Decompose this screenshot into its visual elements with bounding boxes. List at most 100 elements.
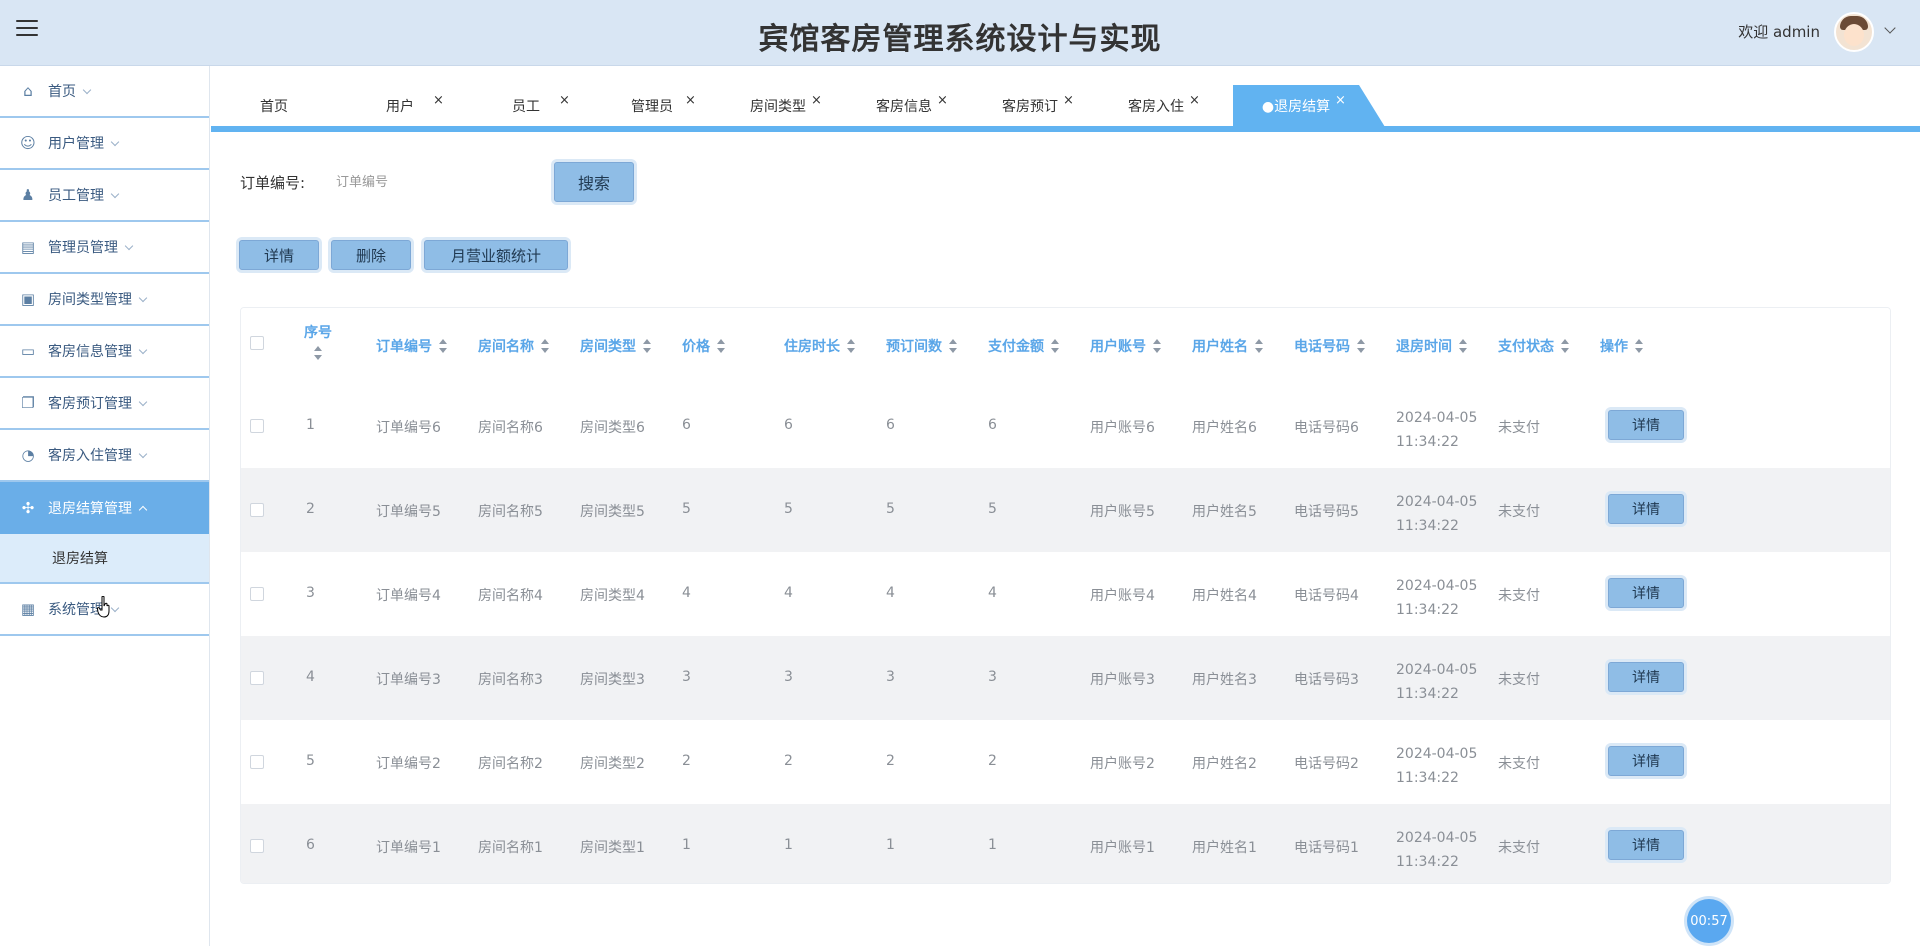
table-cell: 5 xyxy=(886,501,895,517)
sidebar-item-7[interactable]: ◔ 客房入住管理 xyxy=(0,430,209,482)
close-icon[interactable]: × xyxy=(559,93,570,108)
sidebar-subitem-checkout[interactable]: 退房结算 xyxy=(0,534,209,584)
close-icon[interactable]: × xyxy=(937,93,948,108)
row-detail-button[interactable]: 详情 xyxy=(1608,746,1684,776)
windows-icon: ▦ xyxy=(20,600,36,618)
row-detail-button[interactable]: 详情 xyxy=(1608,410,1684,440)
close-icon[interactable]: × xyxy=(811,93,822,108)
sort-icon[interactable] xyxy=(643,339,652,353)
column-header[interactable]: 退房时间 xyxy=(1396,336,1468,356)
close-icon[interactable]: × xyxy=(685,93,696,108)
table-cell: 订单编号3 xyxy=(376,672,441,688)
tab-3[interactable]: 管理员 × xyxy=(589,85,715,127)
row-checkbox[interactable] xyxy=(250,587,264,601)
row-detail-button[interactable]: 详情 xyxy=(1608,578,1684,608)
table-cell: 1 xyxy=(886,837,895,853)
sort-icon[interactable] xyxy=(1153,339,1162,353)
column-header[interactable]: 用户姓名 xyxy=(1192,336,1264,356)
row-checkbox[interactable] xyxy=(250,419,264,433)
column-header[interactable]: 用户账号 xyxy=(1090,336,1162,356)
sidebar-item-8[interactable]: ✣ 退房结算管理 xyxy=(0,482,209,534)
tab-8[interactable]: ●退房结算 × xyxy=(1233,85,1385,127)
sidebar-item-label: 用户管理 xyxy=(48,136,104,152)
row-checkbox[interactable] xyxy=(250,755,264,769)
column-header-label: 操作 xyxy=(1600,339,1628,355)
row-detail-button[interactable]: 详情 xyxy=(1608,830,1684,860)
column-header[interactable]: 支付状态 xyxy=(1498,336,1570,356)
close-icon[interactable]: × xyxy=(433,93,444,108)
sidebar-item-5[interactable]: ▭ 客房信息管理 xyxy=(0,326,209,378)
column-header[interactable]: 住房时长 xyxy=(784,336,856,356)
sidebar-item-3[interactable]: ▤ 管理员管理 xyxy=(0,222,209,274)
table-cell: 2 xyxy=(988,753,997,769)
column-header[interactable]: 预订间数 xyxy=(886,336,958,356)
avatar[interactable] xyxy=(1834,12,1874,52)
detail-button[interactable]: 详情 xyxy=(239,240,319,270)
monthly-revenue-button[interactable]: 月营业额统计 xyxy=(424,240,568,270)
row-detail-button[interactable]: 详情 xyxy=(1608,662,1684,692)
close-icon[interactable]: × xyxy=(1335,93,1346,108)
sort-icon[interactable] xyxy=(313,346,323,360)
table-row[interactable]: 5 订单编号2 房间名称2 房间类型2 2 2 2 2 用户账号2 用户姓名2 电话号码2 2024-… xyxy=(241,720,1890,804)
table-row[interactable]: 4 订单编号3 房间名称3 房间类型3 3 3 3 3 用户账号3 用户姓名3 电话号码3 2024-… xyxy=(241,636,1890,720)
tab-0[interactable]: 首页 xyxy=(211,85,337,127)
table-cell: 6 xyxy=(784,417,793,433)
tab-2[interactable]: 员工 × xyxy=(463,85,589,127)
table-cell: 房间类型2 xyxy=(580,756,645,772)
row-checkbox[interactable] xyxy=(250,503,264,517)
table-row[interactable]: 2 订单编号5 房间名称5 房间类型5 5 5 5 5 用户账号5 用户姓名5 电话号码5 2024-… xyxy=(241,468,1890,552)
sort-icon[interactable] xyxy=(949,339,958,353)
column-header[interactable]: 订单编号 xyxy=(376,336,448,356)
column-header[interactable]: 房间名称 xyxy=(478,336,550,356)
person-icon: ♟ xyxy=(21,186,35,204)
row-checkbox[interactable] xyxy=(250,839,264,853)
sidebar-item-0[interactable]: ⌂ 首页 xyxy=(0,66,209,118)
timer-badge[interactable]: 00:57 xyxy=(1687,899,1731,943)
close-icon[interactable]: × xyxy=(1189,93,1200,108)
sort-icon[interactable] xyxy=(1357,339,1366,353)
sort-icon[interactable] xyxy=(1561,339,1570,353)
sort-icon[interactable] xyxy=(1051,339,1060,353)
column-header[interactable]: 电话号码 xyxy=(1294,336,1366,356)
tab-4[interactable]: 房间类型 × xyxy=(715,85,841,127)
table-cell: 2024-04-05 11:34:22 xyxy=(1396,578,1478,618)
search-button[interactable]: 搜索 xyxy=(554,162,634,202)
table-cell: 房间类型3 xyxy=(580,672,645,688)
column-header-label: 支付状态 xyxy=(1498,339,1554,355)
row-detail-button[interactable]: 详情 xyxy=(1608,494,1684,524)
table-row[interactable]: 6 订单编号1 房间名称1 房间类型1 1 1 1 1 用户账号1 用户姓名1 电话号码1 2024-… xyxy=(241,804,1890,883)
sidebar-item-4[interactable]: ▣ 房间类型管理 xyxy=(0,274,209,326)
sort-icon[interactable] xyxy=(1635,339,1644,353)
row-checkbox[interactable] xyxy=(250,671,264,685)
tab-6[interactable]: 客房预订 × xyxy=(967,85,1093,127)
tab-label: 客房信息 xyxy=(876,99,932,115)
column-header[interactable]: 序号 xyxy=(304,322,332,360)
sort-icon[interactable] xyxy=(1459,339,1468,353)
sidebar-item-1[interactable]: ☺ 用户管理 xyxy=(0,118,209,170)
table-cell: 房间名称4 xyxy=(478,588,543,604)
table-cell: 用户姓名3 xyxy=(1192,672,1257,688)
table-row[interactable]: 3 订单编号4 房间名称4 房间类型4 4 4 4 4 用户账号4 用户姓名4 电话号码4 2024-… xyxy=(241,552,1890,636)
table-cell: 用户账号4 xyxy=(1090,588,1155,604)
select-all-checkbox[interactable] xyxy=(250,336,264,350)
sidebar-item-2[interactable]: ♟ 员工管理 xyxy=(0,170,209,222)
sort-icon[interactable] xyxy=(847,339,856,353)
delete-button[interactable]: 删除 xyxy=(331,240,411,270)
tab-7[interactable]: 客房入住 × xyxy=(1093,85,1219,127)
tab-5[interactable]: 客房信息 × xyxy=(841,85,967,127)
column-header[interactable]: 支付金额 xyxy=(988,336,1060,356)
column-header[interactable]: 房间类型 xyxy=(580,336,652,356)
table-cell: 用户姓名5 xyxy=(1192,504,1257,520)
sort-icon[interactable] xyxy=(1255,339,1264,353)
sort-icon[interactable] xyxy=(717,339,726,353)
sort-icon[interactable] xyxy=(439,339,448,353)
table-cell: 2024-04-05 11:34:22 xyxy=(1396,662,1478,702)
order-number-search-input[interactable] xyxy=(336,166,536,198)
tab-1[interactable]: 用户 × xyxy=(337,85,463,127)
table-row[interactable]: 1 订单编号6 房间名称6 房间类型6 6 6 6 6 用户账号6 用户姓名6 电话号码6 2024-… xyxy=(241,384,1890,468)
sidebar-item-6[interactable]: ❐ 客房预订管理 xyxy=(0,378,209,430)
column-header[interactable]: 价格 xyxy=(682,336,726,356)
column-header-label: 支付金额 xyxy=(988,339,1044,355)
sort-icon[interactable] xyxy=(541,339,550,353)
close-icon[interactable]: × xyxy=(1063,93,1074,108)
